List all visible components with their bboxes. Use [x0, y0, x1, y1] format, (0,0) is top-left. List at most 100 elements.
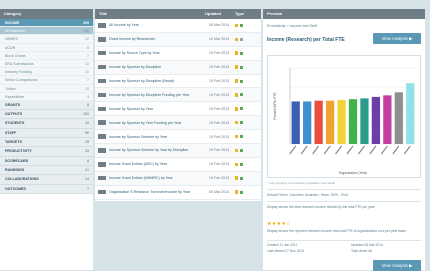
category-item[interactable]: COLLABORATIONS 14: [0, 175, 93, 185]
bar[interactable]: [291, 101, 300, 144]
report-title[interactable]: Income Grant Dollars (ARC) by Year: [106, 162, 209, 166]
view-analysis-button-bottom[interactable]: View Analysis ▶: [373, 260, 421, 271]
category-item[interactable]: RANKINGS 21: [0, 165, 93, 176]
category-item-count: 14: [85, 177, 89, 182]
report-row[interactable]: Income by Sponsor by Year Funding per Ye…: [95, 116, 261, 131]
report-updated: 19 Feb 2013: [209, 148, 230, 153]
grid-icon: [239, 121, 243, 125]
report-type: [235, 23, 251, 28]
report-title[interactable]: All Income by Year: [106, 23, 209, 27]
report-title[interactable]: Income by Source Type by Year: [106, 51, 209, 55]
rating-stars[interactable]: ★★★★☆: [267, 221, 291, 227]
grid-icon: [239, 65, 243, 69]
category-item[interactable]: OUTCOMES 7: [0, 184, 93, 194]
category-item-count: 43: [85, 121, 89, 126]
report-title[interactable]: Grant Income by Researcher: [106, 37, 209, 41]
category-item-count: 10: [85, 70, 89, 75]
lock-icon: [235, 190, 238, 194]
category-item[interactable]: PRODUCTIVITY 33: [0, 147, 93, 157]
category-item[interactable]: All Research 168: [0, 27, 93, 36]
report-title[interactable]: Income by Sponsor Scheme by Year by Disc…: [106, 148, 209, 152]
report-row[interactable]: Income by Sponsor Scheme by Year by Disc…: [95, 144, 261, 158]
view-analysis-button-top[interactable]: View Analysis ▶: [373, 33, 421, 44]
report-title[interactable]: Income by Sponsor by Discipline: [106, 65, 209, 69]
column-updated[interactable]: Updated: [205, 9, 235, 19]
report-title[interactable]: Income by Sponsor Scheme by Year: [106, 135, 209, 139]
category-item-label: Expenditure: [5, 94, 25, 99]
report-type-icon: [98, 37, 106, 42]
category-item-count: 7: [87, 53, 89, 58]
category-item[interactable]: Industry Funding 10: [0, 68, 93, 77]
bar[interactable]: [360, 98, 369, 144]
category-item-label: Industry Funding: [5, 70, 32, 75]
preview-header: Preview: [263, 9, 425, 19]
bar[interactable]: [314, 100, 323, 144]
report-type: [235, 176, 251, 180]
category-item[interactable]: OUTPUTS 103: [0, 110, 93, 120]
category-item[interactable]: ACDR 8: [0, 43, 93, 52]
category-item[interactable]: Expenditure 4: [0, 92, 93, 101]
bar[interactable]: [337, 99, 346, 144]
column-type[interactable]: Type: [235, 9, 255, 19]
bar[interactable]: [383, 95, 392, 144]
bar[interactable]: [348, 99, 358, 144]
report-row[interactable]: Income by Source Type by Year 19 Feb 2013: [95, 47, 261, 61]
report-row[interactable]: Income by Sponsor by Discipline Funding …: [95, 88, 261, 103]
category-item[interactable]: Tuition 10: [0, 84, 93, 93]
report-row[interactable]: Grant Income by Researcher 10 Mar 2014: [95, 32, 261, 47]
divider: [267, 189, 421, 190]
bar[interactable]: [371, 96, 381, 144]
category-item[interactable]: SCORECARD 8: [0, 156, 93, 166]
category-item[interactable]: STUDENTS 43: [0, 119, 93, 129]
lock-icon: [235, 107, 238, 111]
report-type: [235, 190, 251, 194]
category-item[interactable]: Block Grants 7: [0, 51, 93, 60]
x-tick-label-mark: [300, 145, 308, 155]
grid-icon: [239, 107, 243, 111]
column-title[interactable]: Title: [95, 9, 205, 19]
report-row[interactable]: Income by Sponsor by Year 19 Feb 2013: [95, 102, 261, 117]
x-tick-label-mark: [369, 145, 377, 155]
report-type: [235, 148, 251, 153]
report-row[interactable]: Income by Sponsor by Discipline 19 Feb 20…: [95, 60, 261, 75]
x-tick-label-mark: [357, 145, 365, 155]
lock-icon: [235, 93, 238, 97]
lock-icon: [235, 23, 238, 28]
category-item[interactable]: ERA Submissions 12: [0, 59, 93, 69]
category-item-label: INCOME: [5, 21, 20, 25]
default-filters: Default Filters: Countries: Australia ; …: [267, 193, 349, 197]
chart-note: * note grouping and bucketing available …: [267, 181, 336, 185]
bar[interactable]: [406, 83, 415, 144]
category-item[interactable]: STAFF 56: [0, 128, 93, 139]
bar[interactable]: [394, 92, 403, 144]
report-row[interactable]: All Income by Year 09 Mar 2014: [95, 19, 261, 33]
category-item[interactable]: Sector Comparisons 7: [0, 76, 93, 85]
chart-container: Funded $/Per FTE Organisation (Year): [267, 55, 421, 178]
report-title[interactable]: Income by Sponsor by Discipline Funding …: [106, 93, 209, 97]
report-type: [235, 162, 251, 167]
report-row[interactable]: Income by Sponsor Scheme by Year 19 Feb 2…: [95, 130, 261, 145]
lock-icon: [235, 65, 238, 69]
report-title[interactable]: Income by Sponsor by Year Funding per Ye…: [106, 121, 209, 125]
category-item[interactable]: INCOME 209: [0, 19, 93, 28]
lock-icon: [235, 162, 238, 167]
report-type-icon: [98, 189, 106, 195]
lock-icon: [235, 120, 238, 125]
report-row[interactable]: Income Grant Dollars (NHMRC) by Year 19 F…: [95, 171, 261, 186]
report-updated: 19 Feb 2013: [209, 51, 230, 56]
report-title[interactable]: Income by Sponsor by Discipline (Broad): [106, 79, 209, 83]
report-title[interactable]: Organisation S Research Turnover/Income …: [106, 190, 209, 194]
report-row[interactable]: Organisation S Research Turnover/Income …: [95, 186, 261, 200]
report-title[interactable]: Income by Sponsor by Year: [106, 107, 209, 111]
grid-icon: [239, 51, 243, 55]
category-item[interactable]: NHMRC 12: [0, 35, 93, 44]
report-row[interactable]: Income Grant Dollars (ARC) by Year 19 Feb…: [95, 158, 261, 172]
category-item[interactable]: GRANTS 8: [0, 100, 93, 111]
category-item-count: 25: [85, 140, 89, 145]
bar[interactable]: [303, 101, 312, 144]
report-title[interactable]: Income Grant Dollars (NHMRC) by Year: [106, 176, 209, 180]
bar[interactable]: [325, 100, 335, 144]
category-item[interactable]: TARGETS 25: [0, 138, 93, 148]
report-row[interactable]: Income by Sponsor by Discipline (Broad) 1…: [95, 75, 261, 89]
report-type: [235, 37, 251, 42]
